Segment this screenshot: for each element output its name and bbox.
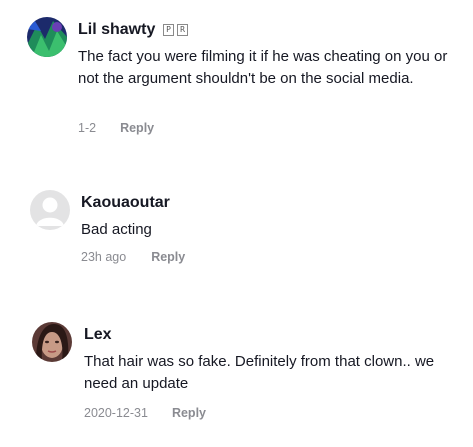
comment-meta: 1-2 Reply	[78, 121, 154, 135]
username[interactable]: Kaouaoutar	[81, 194, 170, 212]
username[interactable]: Lil shawty	[78, 21, 155, 39]
avatar[interactable]	[30, 190, 70, 230]
comment-item: Kaouaoutar Bad acting 23h ago Reply	[0, 180, 473, 280]
comment-meta: 23h ago Reply	[81, 250, 185, 264]
avatar[interactable]	[27, 17, 67, 57]
reply-button[interactable]: Reply	[172, 406, 206, 420]
comment-date: 1-2	[78, 121, 97, 135]
comment-date: 2020-12-31	[84, 406, 148, 420]
avatar-image	[27, 17, 67, 57]
reply-button[interactable]: Reply	[151, 250, 185, 264]
comment-item: Lex That hair was so fake. Definitely fr…	[0, 310, 473, 440]
badge-r: R	[177, 24, 188, 36]
username[interactable]: Lex	[84, 326, 112, 344]
badge-group: P R	[163, 24, 188, 36]
avatar-image	[32, 322, 72, 362]
badge-p: P	[163, 24, 174, 36]
avatar[interactable]	[32, 322, 72, 362]
comment-date: 23h ago	[81, 250, 127, 264]
default-avatar-icon	[30, 190, 70, 230]
comment-text: That hair was so fake. Definitely from t…	[84, 353, 435, 392]
comment-text: Bad acting	[81, 221, 152, 238]
comment-text: The fact you were filming it if he was c…	[78, 48, 448, 87]
comment-meta: 2020-12-31 Reply	[84, 406, 206, 420]
comment-item: Lil shawty P R The fact you were filming…	[0, 0, 473, 150]
reply-button[interactable]: Reply	[120, 121, 154, 135]
